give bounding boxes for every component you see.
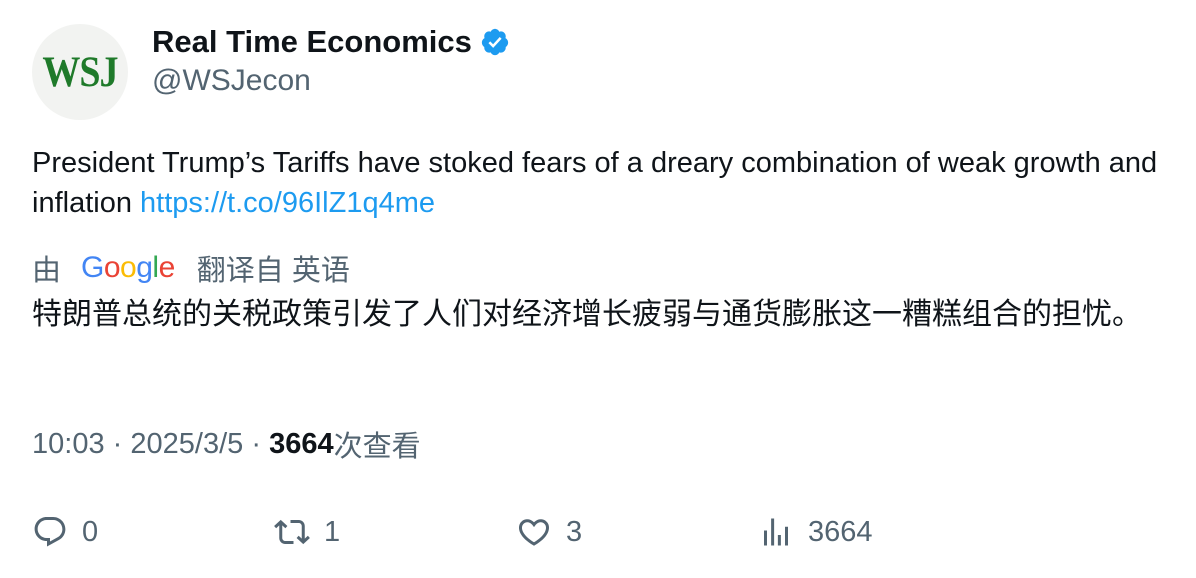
meta-separator-2: · xyxy=(251,427,261,460)
tweet-time[interactable]: 10:03 xyxy=(32,428,105,461)
tweet-link[interactable]: https://t.co/96IlZ1q4me xyxy=(140,187,435,219)
verified-badge-icon[interactable] xyxy=(480,27,510,57)
avatar-logo-text: WSJ xyxy=(42,47,118,97)
translated-text: 特朗普总统的关税政策引发了人们对经济增长疲弱与通货膨胀这一糟糕组合的担忧。 xyxy=(32,297,1142,332)
tweet-text: President Trump’s Tariffs have stoked fe… xyxy=(32,143,1162,223)
display-name[interactable]: Real Time Economics xyxy=(152,24,472,60)
like-count: 3 xyxy=(566,515,583,548)
translation-attribution: 由 Google 翻译自 英语 xyxy=(32,248,350,288)
retweet-count: 1 xyxy=(324,515,341,548)
author-handle[interactable]: @WSJecon xyxy=(152,64,510,98)
retweet-button[interactable]: 1 xyxy=(274,510,340,554)
translation-suffix: 翻译自 英语 xyxy=(196,255,350,287)
like-icon xyxy=(518,519,550,546)
views-icon xyxy=(764,518,788,546)
reply-icon xyxy=(34,517,66,547)
tweet-actions: 0 1 3 3664 xyxy=(32,510,1172,554)
views-count: 3664 xyxy=(269,427,334,460)
tweet-header: WSJ Real Time Economics @WSJecon xyxy=(32,24,510,120)
author-names: Real Time Economics @WSJecon xyxy=(152,24,510,98)
views-label: 次查看 xyxy=(333,431,421,463)
retweet-icon xyxy=(274,519,310,545)
meta-separator: · xyxy=(112,427,123,460)
display-name-row: Real Time Economics xyxy=(152,24,510,60)
tweet-date[interactable]: 2025/3/5 xyxy=(130,428,243,461)
avatar[interactable]: WSJ xyxy=(32,24,128,120)
views-button[interactable]: 3664 xyxy=(758,510,873,554)
like-button[interactable]: 3 xyxy=(516,510,582,554)
tweet-meta: 10:03 · 2025/3/5 · 3664 次查看 xyxy=(32,424,421,464)
views-action-count: 3664 xyxy=(808,515,873,548)
reply-button[interactable]: 0 xyxy=(32,510,98,554)
google-logo: Google xyxy=(81,251,175,284)
reply-count: 0 xyxy=(82,515,99,548)
translation-prefix: 由 xyxy=(32,255,62,287)
